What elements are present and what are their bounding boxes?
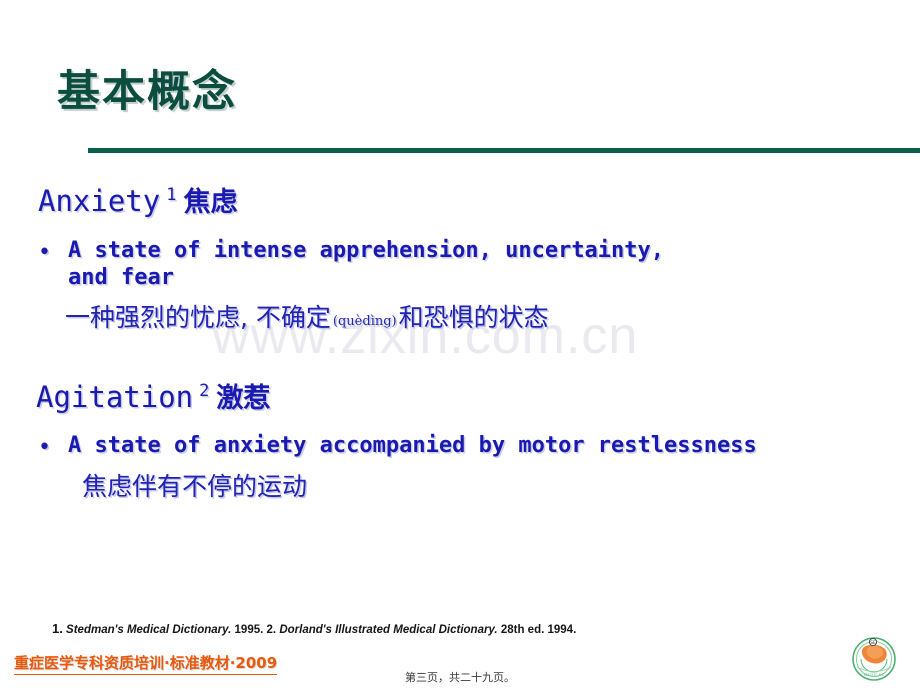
bullet-dot-icon: • xyxy=(38,435,51,460)
bullet-item-agitation: • A state of anxiety accompanied by moto… xyxy=(38,433,898,460)
slide-canvas: www.zixin.com.cn 基本概念 Anxiety 1 焦虑 • A sta… xyxy=(0,0,920,691)
term-chinese-anxiety: 焦虑 xyxy=(183,187,238,218)
term-chinese-agitation: 激惹 xyxy=(216,383,271,414)
reference-superscript-2: 2 xyxy=(199,381,210,402)
footnote-year-1: 1995. xyxy=(234,624,264,636)
term-label-anxiety: Anxiety xyxy=(38,184,161,218)
definition-en-agitation: A state of anxiety accompanied by motor … xyxy=(68,433,757,458)
footnote-source-1: Stedman's Medical Dictionary. xyxy=(66,624,232,636)
definition-cn-agitation: 焦虑伴有不停的运动 xyxy=(82,471,307,502)
page-title: 基本概念 xyxy=(57,67,237,117)
page-number-label: 第三页，共二十九页。 xyxy=(405,671,515,684)
definition-cn-anxiety-pre: 一种强烈的忧虑, 不确定 xyxy=(65,303,331,332)
bullet-item-anxiety: • A state of intense apprehension, uncer… xyxy=(38,238,838,292)
title-underline-rule xyxy=(88,148,920,153)
term-label-agitation: Agitation xyxy=(36,380,194,414)
svg-text:SE: SE xyxy=(870,640,876,646)
reference-footnote: 1. Stedman's Medical Dictionary. 1995. 2… xyxy=(52,621,576,636)
term-heading-agitation: Agitation 2 激惹 xyxy=(36,382,270,413)
footnote-year-2: 28th ed. 1994. xyxy=(500,624,577,636)
definition-cn-anxiety: 一种强烈的忧虑, 不确定 (quèdìng)和恐惧的状态 xyxy=(65,302,549,333)
pinyin-annotation-queding: (quèdìng) xyxy=(332,314,397,329)
definition-cn-agitation-pre: 焦虑伴有不停的运动 xyxy=(82,472,308,501)
reference-superscript-1: 1 xyxy=(166,185,177,206)
term-heading-anxiety: Anxiety 1 焦虑 xyxy=(38,186,237,217)
circular-institution-emblem-icon: SE MEDICAL xyxy=(849,636,899,684)
footnote-number-2: 2. xyxy=(266,624,277,636)
definition-cn-anxiety-post: 和恐惧的状态 xyxy=(398,303,549,332)
svg-text:MEDICAL: MEDICAL xyxy=(864,673,884,677)
footnote-number-1: 1. xyxy=(52,621,63,636)
footnote-source-2: Dorland's Illustrated Medical Dictionary… xyxy=(279,624,498,636)
bullet-dot-icon: • xyxy=(38,240,51,265)
definition-en-anxiety: A state of intense apprehension, uncerta… xyxy=(68,238,665,290)
